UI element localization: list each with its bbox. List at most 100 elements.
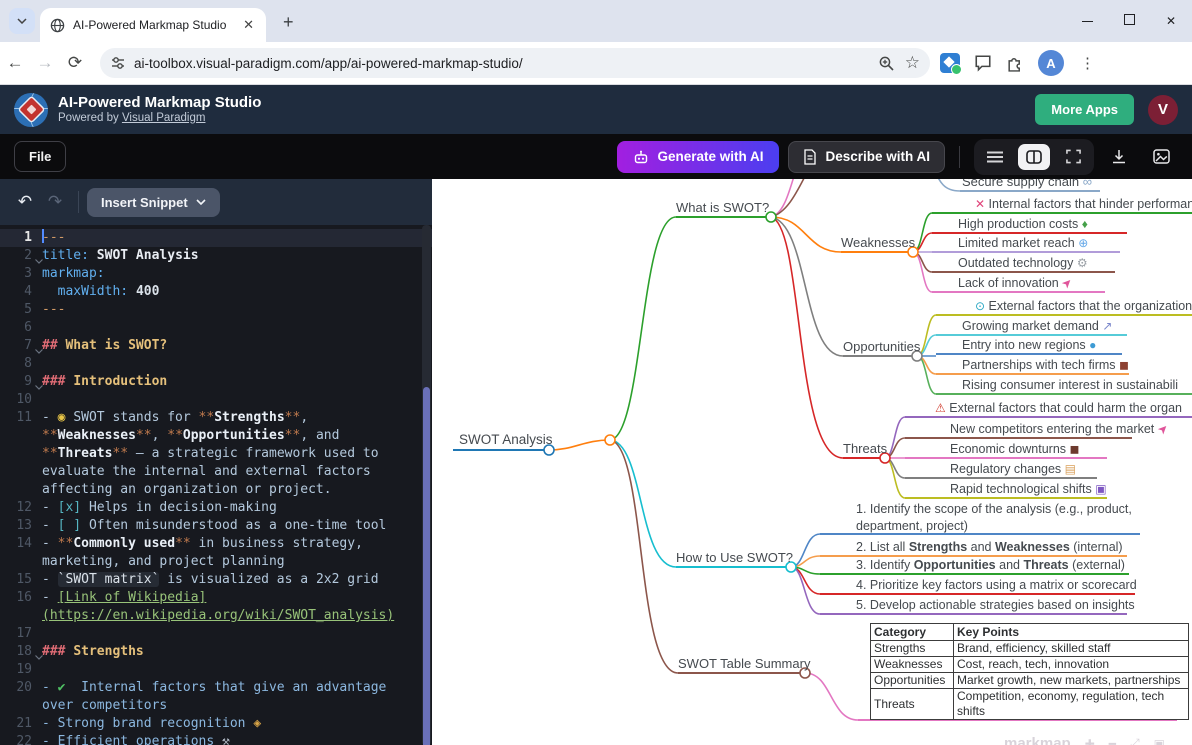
address-bar[interactable]: ai-toolbox.visual-paradigm.com/app/ai-po… <box>100 48 930 78</box>
code-token: Often misunderstood as a one-time tool <box>81 518 386 533</box>
map-leaf-node: ⊙ External factors that the organization <box>975 299 1192 313</box>
file-menu-button[interactable]: File <box>14 141 66 172</box>
code-line[interactable]: 21- Strong brand recognition ◈ <box>0 715 432 733</box>
code-line-content: - [x] Helps in decision-making <box>36 499 432 517</box>
code-line[interactable]: 4 maxWidth: 400 <box>0 283 432 301</box>
bookmark-star-icon[interactable]: ☆ <box>905 53 920 73</box>
markmap-panel[interactable]: SWOT Analysis Secure supply chain ∞ What… <box>432 179 1192 745</box>
map-leaf-node: Entry into new regions ● <box>962 338 1096 352</box>
new-tab-button[interactable]: + <box>283 13 294 31</box>
map-node-weaknesses: Weaknesses <box>841 235 915 250</box>
minimize-button[interactable] <box>1066 14 1108 28</box>
leaf-text: Limited market reach <box>958 236 1075 250</box>
code-line[interactable]: 22- Efficient operations ⚒ <box>0 733 432 745</box>
close-button[interactable]: ✕ <box>1150 14 1192 28</box>
code-token: ** <box>167 428 183 443</box>
line-number: 19 <box>0 661 36 679</box>
code-line[interactable]: 10 <box>0 391 432 409</box>
code-line[interactable]: 15- `SWOT matrix` is visualized as a 2x2… <box>0 571 432 589</box>
code-line[interactable]: 13- [ ] Often misunderstood as a one-tim… <box>0 517 432 535</box>
split-view-button[interactable] <box>1018 144 1050 170</box>
editor-scrollbar[interactable] <box>422 225 431 745</box>
user-avatar[interactable]: V <box>1148 95 1178 125</box>
describe-label: Describe with AI <box>825 149 930 164</box>
code-token: ** <box>58 536 74 551</box>
code-line[interactable]: 19 <box>0 661 432 679</box>
code-token: What is SWOT? <box>65 338 167 353</box>
leaf-text: 5. Develop actionable strategies based o… <box>856 598 1135 612</box>
theme-icon[interactable]: ▣ <box>1154 737 1165 745</box>
table-cell: Cost, reach, tech, innovation <box>954 657 1189 673</box>
app-toolbar: File Generate with AI Describe with AI <box>0 134 1192 179</box>
leaf-text: Entry into new regions <box>962 338 1086 352</box>
side-panel-chat-icon[interactable] <box>974 54 992 72</box>
site-settings-icon[interactable] <box>110 55 126 71</box>
export-image-button[interactable] <box>1144 149 1178 164</box>
visual-paradigm-link[interactable]: Visual Paradigm <box>122 112 206 124</box>
code-line[interactable]: 14- **Commonly used** in business strate… <box>0 535 432 571</box>
zoom-in-icon[interactable]: ✚ <box>1085 737 1095 745</box>
code-token: --- <box>42 230 65 245</box>
swot-summary-table: CategoryKey PointsStrengthsBrand, effici… <box>870 623 1189 720</box>
leaf-text: High production costs <box>958 217 1078 231</box>
redo-icon[interactable]: ↷ <box>40 192 70 212</box>
scroll-emoji: ▤ <box>1065 462 1076 476</box>
code-line[interactable]: 8 <box>0 355 432 373</box>
back-button[interactable]: ← <box>0 53 30 73</box>
describe-with-ai-button[interactable]: Describe with AI <box>788 141 945 173</box>
reload-button[interactable]: ⟳ <box>60 53 90 73</box>
zoom-page-icon[interactable] <box>878 55 895 72</box>
tab-close-icon[interactable]: ✕ <box>241 17 256 33</box>
browser-tab[interactable]: AI-Powered Markmap Studio ✕ <box>40 8 266 42</box>
line-number: 1 <box>0 229 36 247</box>
junction-node-circle[interactable] <box>605 435 615 445</box>
forward-button[interactable]: → <box>30 53 60 73</box>
code-token: Internal factors that give an advantage … <box>42 680 394 713</box>
code-line-content: - `SWOT matrix` is visualized as a 2x2 g… <box>36 571 432 589</box>
map-leaf-node: High production costs ♦ <box>958 217 1088 231</box>
insert-snippet-button[interactable]: Insert Snippet <box>87 188 220 217</box>
profile-avatar[interactable]: A <box>1038 50 1064 76</box>
map-leaf-node: Limited market reach ⊕ <box>958 236 1088 250</box>
code-token: - <box>42 410 58 425</box>
code-line[interactable]: 18### Strengths <box>0 643 432 661</box>
extension-vp-icon[interactable] <box>940 53 960 73</box>
undo-icon[interactable]: ↶ <box>10 192 40 212</box>
fit-view-icon[interactable]: ⤢ <box>1130 736 1140 745</box>
code-line[interactable]: 5--- <box>0 301 432 319</box>
code-line[interactable]: 20- ✔ Internal factors that give an adva… <box>0 679 432 715</box>
code-token: 400 <box>136 284 159 299</box>
zoom-out-icon[interactable]: ━ <box>1109 737 1116 745</box>
leaf-text: Rapid technological shifts <box>950 482 1092 496</box>
map-leaf-node: 3. Identify Opportunities and Threats (e… <box>856 558 1125 572</box>
code-line[interactable]: 9### Introduction <box>0 373 432 391</box>
maximize-button[interactable] <box>1108 14 1150 28</box>
browser-navbar: ← → ⟳ ai-toolbox.visual-paradigm.com/app… <box>0 42 1192 85</box>
editor-only-view-button[interactable] <box>982 146 1008 168</box>
app-subtitle: Powered by Visual Paradigm <box>58 111 1035 125</box>
browser-menu-icon[interactable]: ⋮ <box>1080 54 1095 72</box>
code-line[interactable]: 12- [x] Helps in decision-making <box>0 499 432 517</box>
code-line[interactable]: 2title: SWOT Analysis <box>0 247 432 265</box>
generate-with-ai-button[interactable]: Generate with AI <box>617 141 779 173</box>
code-line-content: - ◉ SWOT stands for **Strengths**, **Wea… <box>36 409 432 499</box>
code-token: Commonly used <box>73 536 175 551</box>
code-line[interactable]: 6 <box>0 319 432 337</box>
code-line[interactable]: 3markmap: <box>0 265 432 283</box>
code-editor[interactable]: 1 --- 2title: SWOT Analysis3markmap:4 maxW… <box>0 225 432 745</box>
more-apps-button[interactable]: More Apps <box>1035 94 1134 125</box>
tab-search-button[interactable] <box>9 8 35 34</box>
markmap-toolbar[interactable]: markmap ✚ ━ ⤢ ▣ <box>1004 735 1165 745</box>
extensions-puzzle-icon[interactable] <box>1006 54 1024 72</box>
app-header: AI-Powered Markmap Studio Powered by Vis… <box>0 85 1192 134</box>
code-line[interactable]: 7## What is SWOT? <box>0 337 432 355</box>
code-token: - <box>42 590 58 605</box>
code-line[interactable]: 1 --- <box>0 229 432 247</box>
code-line[interactable]: 11- ◉ SWOT stands for **Strengths**, **W… <box>0 409 432 499</box>
fullscreen-view-button[interactable] <box>1060 146 1086 168</box>
code-line[interactable]: 16- [Link of Wikipedia](https://en.wikip… <box>0 589 432 625</box>
download-button[interactable] <box>1102 149 1136 165</box>
url-text[interactable]: ai-toolbox.visual-paradigm.com/app/ai-po… <box>134 56 868 71</box>
code-line[interactable]: 17 <box>0 625 432 643</box>
editor-scrollbar-thumb[interactable] <box>423 387 430 745</box>
